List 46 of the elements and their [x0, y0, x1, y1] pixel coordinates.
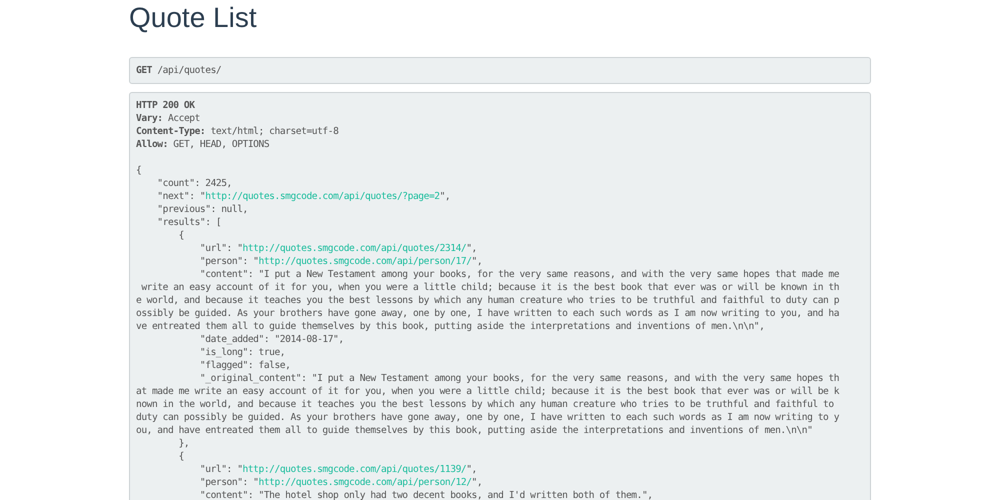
- json-text: e world, and because it teaches you the best lessons by which any human creature who tries to be truthful and faithful to duty can p: [136, 295, 840, 306]
- json-text: ou, and have entreated them all to guide themselves by this book, putting aside the interpretations and inventions of men.\n\n": [136, 425, 812, 436]
- json-text: nown in the world, and because it teaches you the best lessons by which any human creature who tries to be truthful and faithful to: [136, 399, 834, 410]
- page-title: Quote List: [129, 1, 258, 35]
- header-value: Accept: [168, 113, 200, 124]
- json-text: write an easy account of it for you, when you were a little child; because it is the best book that ever was or will be known in th: [140, 282, 840, 293]
- request-method: GET: [136, 65, 152, 76]
- json-text: "next": ": [156, 191, 206, 202]
- json-link[interactable]: http://quotes.smgcode.com/api/person/12/: [258, 477, 472, 488]
- json-text: "content": "I put a New Testament among your books, for the very same reasons, and with the very same hopes that made me: [198, 269, 840, 280]
- json-text: {: [136, 165, 142, 176]
- json-text: "url": ": [198, 243, 243, 254]
- json-link[interactable]: http://quotes.smgcode.com/api/quotes/1139/: [242, 464, 466, 475]
- header-value: text/html; charset=utf-8: [210, 126, 338, 137]
- json-text: },: [178, 438, 190, 449]
- json-text: "results": [: [156, 217, 222, 228]
- json-link[interactable]: http://quotes.smgcode.com/api/quotes/?page=2: [205, 191, 440, 202]
- json-text: "date_added": "2014-08-17",: [198, 334, 344, 345]
- json-text: "_original_content": "I put a New Testament among your books, for the very same reasons, and with the very same hopes th: [198, 373, 840, 384]
- json-text: "url": ": [198, 464, 243, 475]
- header-name: Content-Type:: [136, 126, 206, 137]
- json-text: "is_long": true,: [198, 347, 286, 358]
- json-text: ",: [466, 464, 477, 475]
- header-name: Vary:: [136, 113, 163, 124]
- json-text: {: [178, 230, 184, 241]
- json-text: {: [178, 451, 184, 462]
- json-text: "flagged": false,: [198, 360, 290, 371]
- json-link[interactable]: http://quotes.smgcode.com/api/quotes/2314/: [242, 243, 466, 254]
- header-name: Allow:: [136, 139, 168, 150]
- json-text: "person": ": [198, 477, 258, 488]
- json-link[interactable]: http://quotes.smgcode.com/api/person/17/: [258, 256, 472, 267]
- json-text: ossibly be guided. As your brothers have gone away, one by one, I have written to each such words as I am now writing to you, and ha: [136, 308, 840, 319]
- header-value: GET, HEAD, OPTIONS: [173, 139, 270, 150]
- json-text: "previous": null,: [156, 204, 248, 215]
- json-text: ",: [440, 191, 450, 202]
- json-text: duty can possibly be guided. As your brothers have gone away, one by one, I have written to each such words as I am now writing to y: [136, 412, 840, 423]
- json-text: ",: [472, 477, 482, 488]
- json-text: "person": ": [198, 256, 258, 267]
- json-text: ve entreated them all to guide themselves by this book, putting aside the interpretations and inventions of men.\n\n",: [136, 321, 764, 332]
- json-text: at made me write an easy account of it for you, when you were a little child; because it is the best book that ever was or will be k: [136, 386, 840, 397]
- json-text: "content": "The hotel shop only had two decent books, and I'd written both of them.",: [198, 490, 653, 500]
- request-path: /api/quotes/: [157, 65, 222, 76]
- json-text: "count": 2425,: [156, 178, 232, 189]
- response-status: HTTP 200 OK: [136, 100, 195, 111]
- json-text: ",: [472, 256, 482, 267]
- json-text: ",: [466, 243, 477, 254]
